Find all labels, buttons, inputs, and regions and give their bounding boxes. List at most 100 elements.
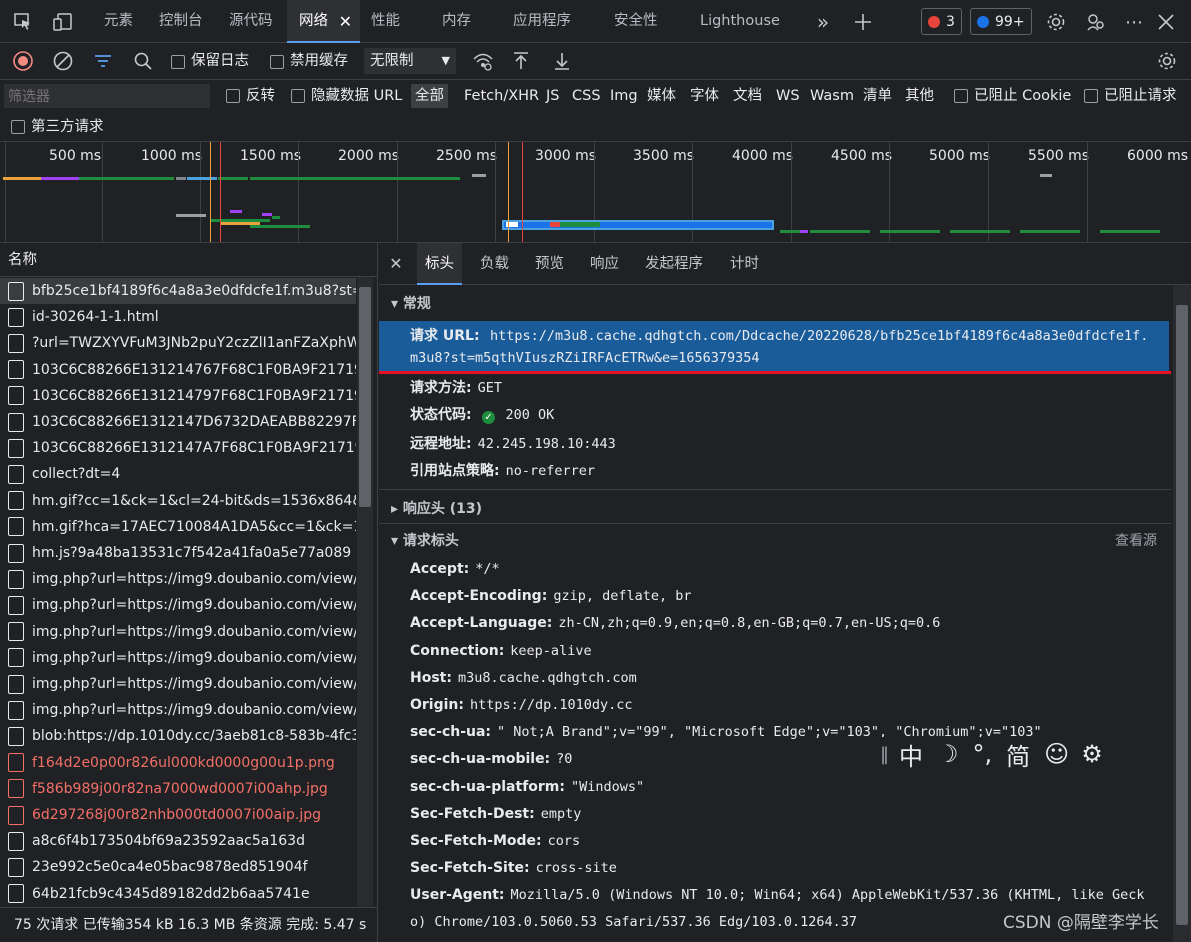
more-tabs-icon[interactable]: » [810,9,836,35]
ime-punctuation[interactable]: °, [973,740,993,768]
details-scroll-thumb[interactable] [1176,305,1188,925]
more-options-icon[interactable]: ⋯ [1121,9,1147,35]
tab-payload[interactable]: 负载 [480,243,509,285]
request-row[interactable]: ?url=TWZXYVFuM3JNb2puY2czZlI1anFZaXphWWJ [0,330,356,356]
request-row[interactable]: collect?dt=4 [0,461,356,487]
disable-cache-box[interactable] [270,54,284,69]
filter-type-doc[interactable]: 文档 [733,84,762,108]
request-row[interactable]: img.php?url=https://img9.doubanio.com/vi… [0,592,356,618]
tab-timing[interactable]: 计时 [730,243,759,285]
blocked-requests-checkbox[interactable]: 已阻止请求 [1084,84,1177,108]
settings-gear-icon[interactable] [1043,9,1069,35]
ime-drag-handle[interactable]: ‖ [880,744,889,765]
request-list-scrollbar[interactable] [357,277,373,907]
request-row[interactable]: 64b21fcb9c4345d89182dd2b6aa5741e [0,881,356,907]
tab-performance[interactable]: 性能 [371,0,400,43]
request-row[interactable]: img.php?url=https://img9.doubanio.com/vi… [0,566,356,592]
tab-security[interactable]: 安全性 [614,0,658,43]
filter-type-all[interactable]: 全部 [411,84,448,108]
inspect-element-icon[interactable] [10,9,36,35]
filter-type-css[interactable]: CSS [572,84,601,108]
moon-icon[interactable]: ☽ [937,740,959,768]
close-devtools-icon[interactable] [1153,9,1179,35]
request-row[interactable]: hm.gif?cc=1&ck=1&cl=24-bit&ds=1536x864&v… [0,488,356,514]
view-source-link[interactable]: 查看源 [1115,530,1157,550]
throttling-select[interactable]: 无限制 ▼ [364,48,456,74]
preserve-log-checkbox[interactable]: 保留日志 [171,43,249,80]
filter-input[interactable] [4,84,210,108]
name-column-header[interactable]: 名称 [0,243,377,277]
disable-cache-checkbox[interactable]: 禁用缓存 [270,43,348,80]
tab-headers[interactable]: 标头 [417,243,462,285]
request-row[interactable]: img.php?url=https://img9.doubanio.com/vi… [0,619,356,645]
request-row[interactable]: a8c6f4b173504bf69a23592aac5a163d [0,828,356,854]
filter-type-manifest[interactable]: 清单 [863,84,892,108]
filter-type-fetch-xhr[interactable]: Fetch/XHR [464,84,539,108]
request-row[interactable]: hm.js?9a48ba13531c7f542a41fa0a5e77a089 [0,540,356,566]
timeline-overview[interactable]: 500 ms 1000 ms 1500 ms 2000 ms 2500 ms 3… [0,142,1191,243]
details-scrollbar[interactable] [1173,285,1191,942]
issues-badge[interactable]: 99+ [970,8,1032,35]
request-row[interactable]: 6d297268j00r82nhb000td0007i00aip.jpg [0,802,356,828]
invert-box[interactable] [226,89,240,103]
tab-application[interactable]: 应用程序 [513,0,571,43]
network-settings-gear-icon[interactable] [1154,48,1180,74]
third-party-box[interactable] [11,120,25,134]
tab-preview[interactable]: 预览 [535,243,564,285]
tab-initiator[interactable]: 发起程序 [645,243,703,285]
filter-type-font[interactable]: 字体 [690,84,719,108]
customize-icon[interactable] [1083,9,1109,35]
hide-data-urls-box[interactable] [291,89,305,103]
filter-type-js[interactable]: JS [546,84,559,108]
third-party-checkbox[interactable]: 第三方请求 [11,115,104,139]
ime-mode-zh[interactable]: 中 [899,737,923,772]
import-har-icon[interactable] [510,48,532,74]
request-url-row[interactable]: 请求 URL: https://m3u8.cache.qdhgtch.com/D… [379,321,1169,373]
network-conditions-icon[interactable] [470,48,496,74]
invert-checkbox[interactable]: 反转 [226,84,275,108]
request-row[interactable]: id-30264-1-1.html [0,304,356,330]
tab-sources[interactable]: 源代码 [229,0,273,43]
errors-badge[interactable]: 3 [921,8,962,35]
filter-type-img[interactable]: Img [610,84,638,108]
request-list-scroll-thumb[interactable] [359,287,371,507]
export-har-icon[interactable] [551,48,573,74]
request-row[interactable]: img.php?url=https://img9.doubanio.com/vi… [0,697,356,723]
request-row[interactable]: 103C6C88266E1312147A7F68C1F0BA9F21719F02 [0,435,356,461]
blocked-requests-box[interactable] [1084,89,1098,103]
request-row[interactable]: img.php?url=https://img9.doubanio.com/vi… [0,671,356,697]
hide-data-urls-checkbox[interactable]: 隐藏数据 URL [291,84,402,108]
filter-type-other[interactable]: 其他 [905,84,934,108]
filter-type-media[interactable]: 媒体 [647,84,676,108]
request-row[interactable]: 103C6C88266E1312147D6732DAEABB82297F9903 [0,409,356,435]
request-row[interactable]: 103C6C88266E131214767F68C1F0BA9F21719F02 [0,357,356,383]
request-row[interactable]: 23e992c5e0ca4e05bac9878ed851904f [0,854,356,880]
request-row[interactable]: blob:https://dp.1010dy.cc/3aeb81c8-583b-… [0,723,356,749]
request-row[interactable]: f164d2e0p00r826ul000kd0000g00u1p.png [0,750,356,776]
ime-settings-gear-icon[interactable]: ⚙ [1081,740,1103,768]
tab-response[interactable]: 响应 [590,243,619,285]
clear-icon[interactable] [50,48,76,74]
blocked-cookies-checkbox[interactable]: 已阻止 Cookie [954,84,1071,108]
tab-lighthouse[interactable]: Lighthouse [700,0,780,43]
tab-network[interactable]: 网络 ✕ [287,0,360,43]
device-emulation-icon[interactable] [50,9,76,35]
add-tab-icon[interactable] [850,9,876,35]
request-row[interactable]: hm.gif?hca=17AEC710084A1DA5&cc=1&ck=1&cl… [0,514,356,540]
close-details-icon[interactable]: ✕ [383,243,409,285]
general-section-header[interactable]: ▾ 常规 [391,293,431,313]
request-row[interactable]: 103C6C88266E131214797F68C1F0BA9F21719F02 [0,383,356,409]
tab-elements[interactable]: 元素 [104,0,133,43]
response-headers-section[interactable]: ▸ 响应头 (13) [391,498,482,518]
request-row[interactable]: bfb25ce1bf4189f6c4a8a3e0dfdcfe1f.m3u8?st… [0,278,356,305]
tab-console[interactable]: 控制台 [159,0,203,43]
preserve-log-box[interactable] [171,54,185,69]
request-row[interactable]: f586b989j00r82na7000wd0007i00ahp.jpg [0,776,356,802]
request-headers-section[interactable]: ▾ 请求标头 [391,530,459,550]
filter-type-wasm[interactable]: Wasm [810,84,854,108]
record-stop-icon[interactable] [10,48,36,74]
close-tab-icon[interactable]: ✕ [339,0,352,43]
tab-memory[interactable]: 内存 [442,0,471,43]
ime-simplified[interactable]: 简 [1006,737,1030,772]
filter-icon[interactable] [90,48,116,74]
